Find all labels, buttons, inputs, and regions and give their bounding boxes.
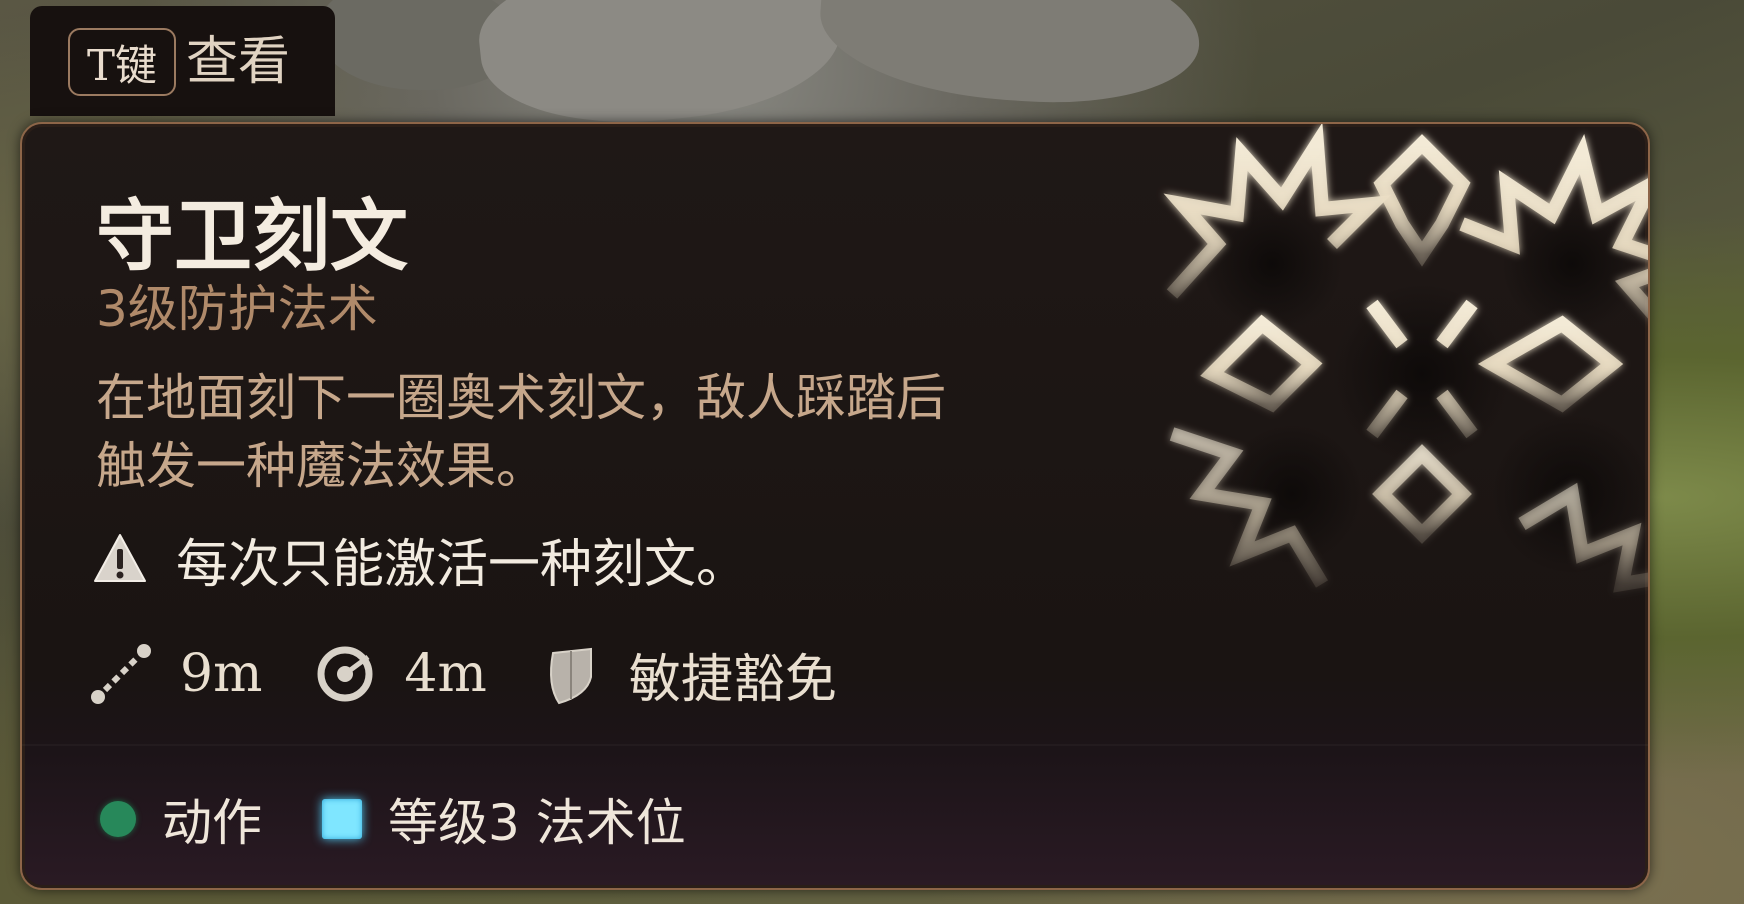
spell-description-line: 触发一种魔法效果。 [96, 437, 546, 495]
range-dotted-line-icon [91, 644, 151, 704]
background-rock [472, 0, 848, 139]
spell-cost-row: 动作 等级3 法术位 [100, 784, 746, 854]
spell-description: 在地面刻下一圈奥术刻文，敌人踩踏后 触发一种魔法效果。 [96, 364, 1136, 500]
examine-hint-label: 查看 [186, 32, 291, 92]
radius-stat: 4m [312, 641, 487, 707]
spell-tooltip: 守卫刻文 3级防护法术 在地面刻下一圈奥术刻文，敌人踩踏后 触发一种魔法效果。 … [20, 122, 1650, 890]
range-value: 9m [180, 644, 263, 704]
warning-row: 每次只能激活一种刻文。 [92, 524, 749, 595]
aoe-radius-icon [317, 646, 373, 702]
spell-stats-row: 9m 4m 敏捷豁免 [88, 634, 887, 714]
spell-slot-cost: 等级3 法术位 [322, 783, 686, 855]
background-rock [815, 0, 1205, 114]
save-value: 敏捷豁免 [628, 649, 837, 710]
spell-slot-label: 等级3 法术位 [388, 794, 686, 852]
glyph-of-warding-art [1163, 124, 1648, 593]
examine-hint-tab[interactable]: T键 查看 [30, 6, 335, 116]
action-dot-icon [100, 801, 136, 837]
spell-description-line: 在地面刻下一圈奥术刻文，敌人踩踏后 [96, 369, 946, 427]
radius-value: 4m [404, 644, 487, 704]
spell-level: 3级防护法术 [96, 280, 378, 338]
action-cost-label: 动作 [162, 794, 262, 852]
warning-text: 每次只能激活一种刻文。 [176, 534, 749, 595]
spell-slot-icon [322, 799, 362, 839]
keybind-badge: T键 [68, 28, 176, 96]
save-stat: 敏捷豁免 [537, 637, 837, 712]
shield-save-icon [549, 647, 592, 705]
range-stat: 9m [88, 641, 262, 707]
action-cost: 动作 [100, 783, 262, 855]
warning-triangle-icon [94, 534, 146, 582]
